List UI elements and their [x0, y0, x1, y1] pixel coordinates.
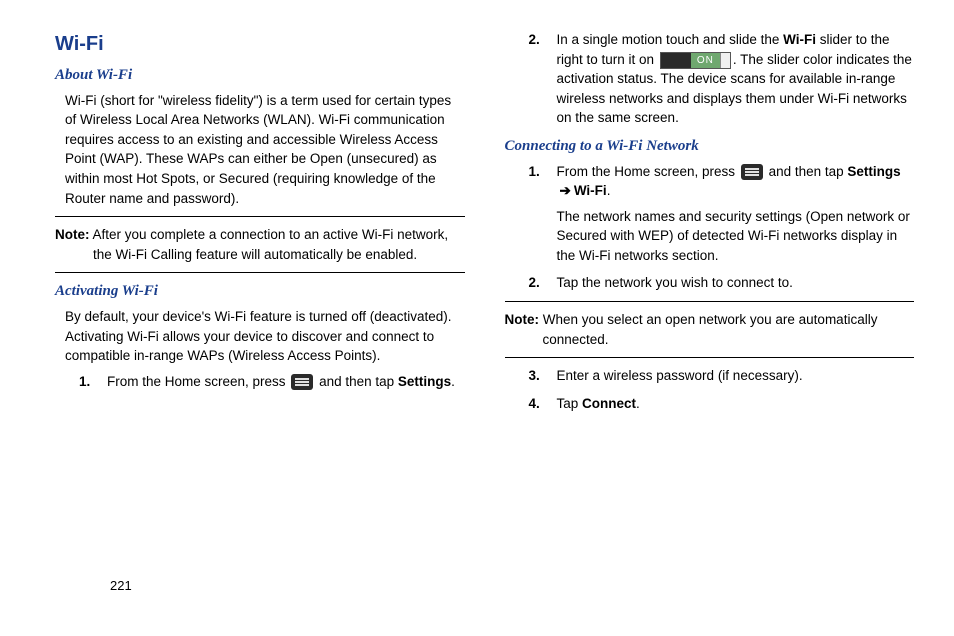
list-item: 3. Enter a wireless password (if necessa…: [529, 366, 915, 386]
on-switch-icon: ON: [660, 52, 731, 69]
activating-wifi-body: By default, your device's Wi-Fi feature …: [65, 307, 465, 366]
note-label: Note:: [55, 227, 90, 242]
step-number: 1.: [79, 372, 107, 392]
heading-activating-wifi: Activating Wi-Fi: [55, 281, 465, 303]
page-number: 221: [110, 577, 132, 596]
heading-about-wifi: About Wi-Fi: [55, 65, 465, 87]
page-title: Wi-Fi: [55, 30, 465, 59]
about-wifi-body: Wi-Fi (short for "wireless fidelity") is…: [65, 91, 465, 208]
step-text: Tap: [557, 396, 583, 411]
period: .: [636, 396, 640, 411]
settings-label: Settings: [398, 374, 451, 389]
connect-label: Connect: [582, 396, 636, 411]
divider: [505, 357, 915, 358]
divider: [55, 216, 465, 217]
note-connecting: Note: When you select an open network yo…: [505, 310, 915, 349]
step-number: 3.: [529, 366, 557, 386]
period: .: [451, 374, 455, 389]
settings-label: Settings: [847, 164, 900, 179]
step-number: 2.: [529, 30, 557, 128]
step-text: From the Home screen, press: [557, 164, 739, 179]
wifi-label: Wi-Fi: [574, 183, 607, 198]
list-item: 2. Tap the network you wish to connect t…: [529, 273, 915, 293]
step-number: 2.: [529, 273, 557, 293]
note-body: After you complete a connection to an ac…: [93, 227, 449, 262]
arrow-icon: ➔: [560, 181, 571, 201]
list-item: 1. From the Home screen, press and then …: [79, 372, 465, 392]
step-text: From the Home screen, press: [107, 374, 289, 389]
step-text: and then tap: [765, 164, 848, 179]
step-text: and then tap: [315, 374, 398, 389]
heading-connecting-wifi: Connecting to a Wi-Fi Network: [505, 136, 915, 158]
menu-icon: [741, 164, 763, 180]
menu-icon: [291, 374, 313, 390]
note-label: Note:: [505, 312, 540, 327]
list-item: 1. From the Home screen, press and then …: [529, 162, 915, 266]
divider: [505, 301, 915, 302]
wifi-label: Wi-Fi: [783, 32, 816, 47]
period: .: [607, 183, 611, 198]
list-item: 4. Tap Connect.: [529, 394, 915, 414]
step-number: 4.: [529, 394, 557, 414]
step-text: In a single motion touch and slide the: [557, 32, 784, 47]
list-item: 2. In a single motion touch and slide th…: [529, 30, 915, 128]
note-about-wifi: Note: After you complete a connection to…: [55, 225, 465, 264]
note-body: When you select an open network you are …: [543, 312, 878, 347]
divider: [55, 272, 465, 273]
step-text: Tap the network you wish to connect to.: [557, 273, 915, 293]
step-text: Enter a wireless password (if necessary)…: [557, 366, 915, 386]
step-subtext: The network names and security settings …: [557, 207, 915, 266]
step-number: 1.: [529, 162, 557, 266]
